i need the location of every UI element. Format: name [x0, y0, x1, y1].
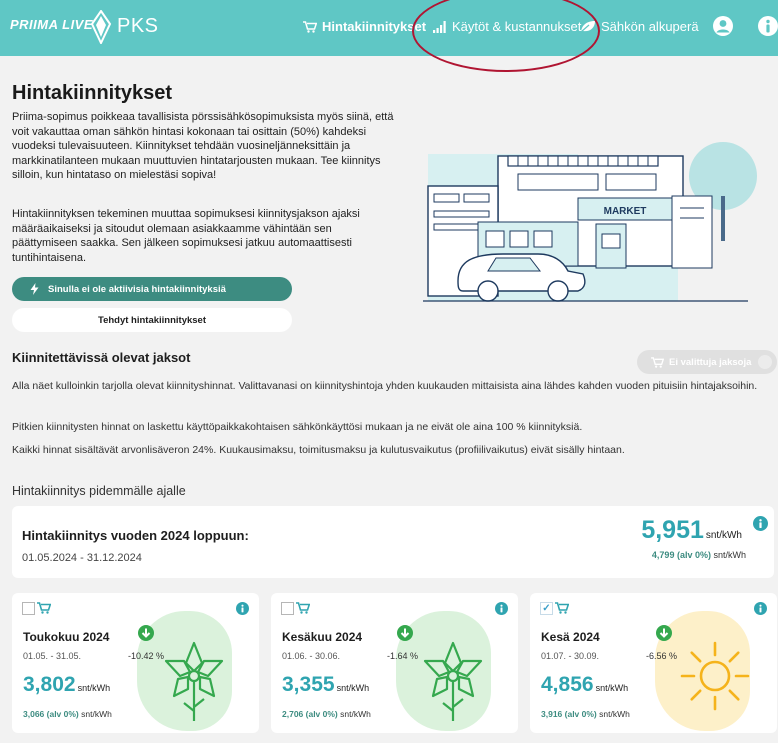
- vat0-value: 2,706 (alv 0%): [282, 709, 338, 719]
- done-fixings-label: Tehdyt hintakiinnitykset: [97, 314, 207, 326]
- month-price: 3,802 snt/kWh: [23, 673, 110, 697]
- price-value: 5,951: [641, 516, 704, 544]
- user-icon[interactable]: [712, 15, 734, 37]
- lightning-icon: [30, 283, 39, 295]
- price-change: -1.64 %: [387, 651, 419, 661]
- cart-icon: [555, 602, 569, 614]
- pks-logo-text: PKS: [117, 15, 159, 37]
- vat0-unit: snt/kWh: [599, 709, 630, 719]
- top-navigation: PRIIMA LIVE PKS Hintakiinnitykset Käytöt…: [0, 0, 778, 56]
- cart-icon: [296, 602, 310, 614]
- year-offer-vat0: 4,799 (alv 0%) snt/kWh: [652, 550, 746, 560]
- page-title: Hintakiinnitykset: [12, 82, 173, 104]
- cart-toggle-knob: [758, 355, 772, 369]
- vat0-unit: snt/kWh: [713, 550, 746, 560]
- cart-button-label: Ei valittuja jaksoja: [669, 356, 752, 368]
- month-card-kesa[interactable]: ✓ Kesä 2024 01.07. - 30.09. -6.56 % 4,85…: [530, 593, 777, 733]
- periods-info-3: Kaikki hinnat sisältävät arvonlisäveron …: [12, 444, 625, 456]
- select-checkbox[interactable]: [22, 602, 35, 615]
- bar-chart-icon: [433, 20, 446, 33]
- nav-label: Hintakiinnitykset: [322, 19, 427, 34]
- arrow-down-icon: [656, 625, 672, 641]
- arrow-down-icon: [397, 625, 413, 641]
- priima-live-logo: PRIIMA LIVE: [10, 17, 94, 32]
- flower-icon: [423, 641, 483, 721]
- done-fixings-button[interactable]: Tehdyt hintakiinnitykset: [12, 308, 292, 332]
- arrow-down-icon: [138, 625, 154, 641]
- market-sign: MARKET: [604, 206, 647, 217]
- year-offer-price: 5,951 snt/kWh: [641, 516, 742, 545]
- vat0-unit: snt/kWh: [81, 709, 112, 719]
- month-title: Kesäkuu 2024: [282, 630, 363, 644]
- intro-paragraph: Priima-sopimus poikkeaa tavallisista pör…: [12, 111, 394, 181]
- info-icon[interactable]: [753, 516, 768, 531]
- info-icon[interactable]: [757, 15, 778, 37]
- month-card-kesakuu[interactable]: Kesäkuu 2024 01.06. - 30.06. -1.64 % 3,3…: [271, 593, 518, 733]
- long-term-heading: Hintakiinnitys pidemmälle ajalle: [12, 484, 186, 498]
- cart-icon: [37, 602, 51, 614]
- month-dates: 01.06. - 30.06.: [282, 651, 341, 661]
- price-value: 3,355: [282, 673, 335, 696]
- month-price: 3,355 snt/kWh: [282, 673, 369, 697]
- price-unit: snt/kWh: [336, 683, 370, 693]
- market-illustration: MARKET: [423, 142, 757, 302]
- month-vat0: 3,066 (alv 0%) snt/kWh: [23, 709, 112, 719]
- cart-icon: [651, 356, 664, 368]
- cart-icon: [303, 20, 317, 33]
- leaf-icon: [580, 21, 595, 33]
- nav-kaytot-kustannukset[interactable]: Käytöt & kustannukset: [433, 19, 581, 34]
- price-unit: snt/kWh: [595, 683, 629, 693]
- month-title: Toukokuu 2024: [23, 630, 110, 644]
- info-icon[interactable]: [236, 602, 249, 615]
- flower-icon: [164, 641, 224, 721]
- month-vat0: 2,706 (alv 0%) snt/kWh: [282, 709, 371, 719]
- vat0-unit: snt/kWh: [340, 709, 371, 719]
- select-checkbox[interactable]: [281, 602, 294, 615]
- info-icon[interactable]: [495, 602, 508, 615]
- year-offer-card[interactable]: Hintakiinnitys vuoden 2024 loppuun: 01.0…: [12, 506, 774, 578]
- select-checkbox[interactable]: ✓: [540, 602, 553, 615]
- year-offer-dates: 01.05.2024 - 31.12.2024: [22, 552, 142, 564]
- info-icon[interactable]: [754, 602, 767, 615]
- price-value: 4,856: [541, 673, 594, 696]
- price-change: -6.56 %: [646, 651, 678, 661]
- periods-heading: Kiinnitettävissä olevat jaksot: [12, 350, 191, 365]
- price-value: 3,802: [23, 673, 76, 696]
- nav-hintakiinnitykset[interactable]: Hintakiinnitykset: [303, 19, 426, 34]
- nav-label: Käytöt & kustannukset: [452, 19, 582, 34]
- status-badge: Sinulla ei ole aktiivisia hintakiinnityk…: [12, 277, 292, 301]
- price-unit: snt/kWh: [77, 683, 111, 693]
- month-dates: 01.07. - 30.09.: [541, 651, 600, 661]
- vat0-value: 3,916 (alv 0%): [541, 709, 597, 719]
- price-unit: snt/kWh: [705, 530, 742, 541]
- month-title: Kesä 2024: [541, 630, 600, 644]
- vat0-value: 3,066 (alv 0%): [23, 709, 79, 719]
- cart-button[interactable]: Ei valittuja jaksoja: [637, 350, 777, 374]
- nav-sahkon-alkupera[interactable]: Sähkön alkuperä: [580, 19, 699, 34]
- pks-logo-mark: [90, 10, 112, 44]
- terms-paragraph: Hintakiinnityksen tekeminen muuttaa sopi…: [12, 208, 360, 264]
- vat0-value: 4,799 (alv 0%): [651, 550, 711, 560]
- price-change: -10.42 %: [128, 651, 165, 661]
- sun-icon: [680, 641, 750, 711]
- periods-info-1: Alla näet kulloinkin tarjolla olevat kii…: [12, 380, 758, 392]
- nav-label: Sähkön alkuperä: [601, 19, 699, 34]
- month-card-toukokuu[interactable]: Toukokuu 2024 01.05. - 31.05. -10.42 % 3…: [12, 593, 259, 733]
- periods-info-2: Pitkien kiinnitysten hinnat on laskettu …: [12, 421, 583, 433]
- month-dates: 01.05. - 31.05.: [23, 651, 82, 661]
- month-vat0: 3,916 (alv 0%) snt/kWh: [541, 709, 630, 719]
- month-price: 4,856 snt/kWh: [541, 673, 628, 697]
- status-text: Sinulla ei ole aktiivisia hintakiinnityk…: [48, 283, 226, 295]
- year-offer-title: Hintakiinnitys vuoden 2024 loppuun:: [22, 528, 249, 543]
